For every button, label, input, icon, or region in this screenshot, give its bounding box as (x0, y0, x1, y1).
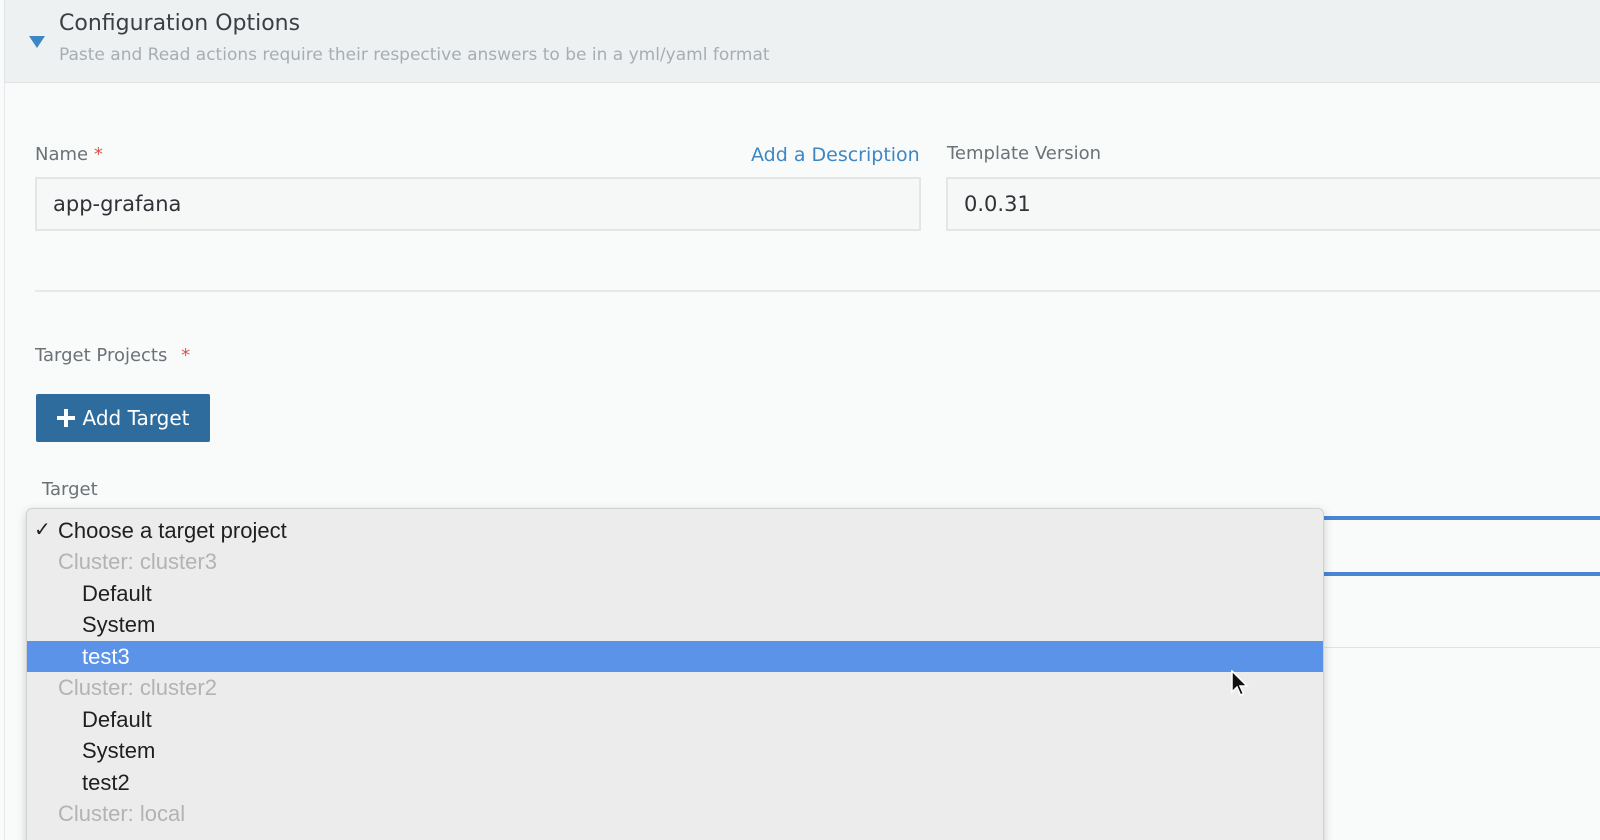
dropdown-option-default-cluster3[interactable]: Default (27, 578, 1323, 609)
dropdown-group-cluster2: Cluster: cluster2 (27, 672, 1323, 703)
section-divider (35, 290, 1600, 292)
option-label: test2 (82, 770, 130, 795)
dropdown-option-placeholder[interactable]: ✓ Choose a target project (27, 515, 1323, 546)
mouse-cursor-icon (1231, 670, 1249, 696)
add-description-link[interactable]: Add a Description (751, 144, 920, 166)
target-projects-label: Target Projects * (35, 345, 190, 366)
section-subtitle: Paste and Read actions require their res… (59, 45, 770, 65)
dropdown-option-test2[interactable]: test2 (27, 767, 1323, 798)
template-version-input[interactable] (946, 177, 1600, 231)
option-label: System (82, 612, 156, 637)
required-marker: * (93, 144, 103, 165)
group-label: Cluster: cluster3 (58, 549, 217, 574)
caret-down-icon[interactable] (29, 36, 45, 48)
target-project-dropdown[interactable]: ✓ Choose a target project Cluster: clust… (26, 508, 1324, 840)
add-target-label: Add Target (82, 406, 190, 430)
option-label: Choose a target project (58, 518, 287, 543)
name-label: Name * (35, 144, 103, 165)
option-label: System (82, 738, 156, 763)
section-title: Configuration Options (59, 11, 301, 36)
name-label-text: Name (35, 144, 89, 165)
template-version-label: Template Version (947, 143, 1102, 164)
option-label: Default (82, 707, 152, 732)
group-label: Cluster: cluster2 (58, 675, 217, 700)
target-select-border-top (1315, 516, 1600, 520)
name-input[interactable] (35, 177, 921, 231)
dropdown-option-system-cluster3[interactable]: System (27, 609, 1323, 640)
dropdown-option-system-cluster2[interactable]: System (27, 735, 1323, 766)
option-label: test3 (82, 644, 130, 669)
page: Configuration Options Paste and Read act… (0, 0, 1600, 840)
dropdown-option-test3[interactable]: test3 (27, 641, 1323, 672)
checkmark-icon: ✓ (34, 519, 51, 541)
dropdown-group-cluster3: Cluster: cluster3 (27, 546, 1323, 577)
target-select-border-bottom (1315, 572, 1600, 576)
dropdown-group-local: Cluster: local (27, 798, 1323, 829)
configuration-options-header[interactable]: Configuration Options Paste and Read act… (4, 0, 1600, 83)
plus-icon (56, 409, 75, 427)
target-projects-label-text: Target Projects (35, 345, 168, 366)
required-marker: * (181, 345, 191, 366)
dropdown-option-default-cluster2[interactable]: Default (27, 704, 1323, 735)
add-target-button[interactable]: Add Target (36, 394, 210, 442)
target-row-divider (1315, 647, 1600, 648)
target-label: Target (42, 479, 98, 500)
group-label: Cluster: local (58, 801, 186, 826)
option-label: Default (82, 581, 152, 606)
